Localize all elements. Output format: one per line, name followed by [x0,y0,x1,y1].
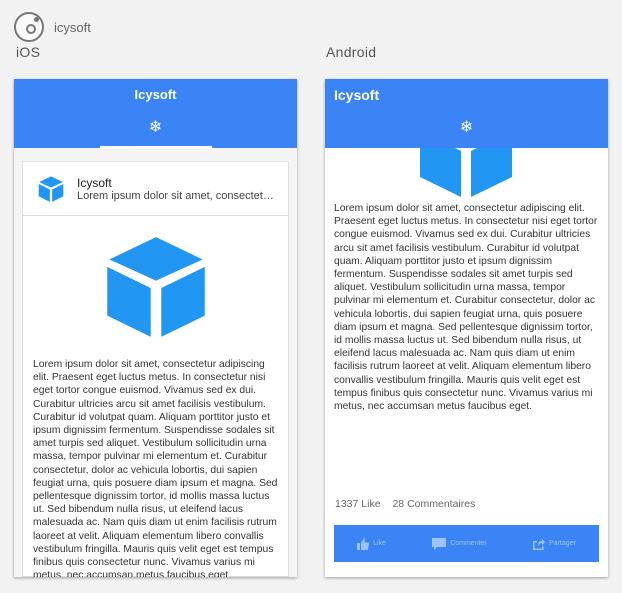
android-preview: Icysoft ❄ Lorem ipsum dolor sit amet, co… [325,79,608,577]
cube-icon [420,148,512,197]
ios-preview: Icysoft ❄ Icysoft Lorem ipsum dolor sit … [14,79,297,577]
android-app-bar: Icysoft ❄ [325,79,608,148]
android-cube-image [416,148,516,205]
android-stats: 1337 Like 28 Commentaires [335,498,484,510]
ios-app-title: Icysoft [134,87,177,102]
comment-button[interactable]: Commenter [432,537,487,550]
ios-card-header: Icysoft Lorem ipsum dolor sit amet, cons… [23,162,288,216]
comment-icon [432,537,447,550]
ios-label: iOS [16,44,41,60]
like-count: 1337 Like [335,498,381,510]
cube-icon [38,175,64,202]
ios-card-body: Lorem ipsum dolor sit amet, consectetur … [33,359,278,577]
cube-icon [106,237,205,337]
icysoft-logo-icon [14,12,44,42]
share-icon [533,538,545,550]
comment-count: 28 Commentaires [392,498,476,510]
brand-name: icysoft [54,19,91,35]
comment-label: Commenter [450,540,487,547]
like-label: Like [373,540,386,547]
share-label: Partager [549,540,576,547]
snowflake-icon[interactable]: ❄ [14,117,297,137]
android-app-title: Icysoft [334,87,380,103]
share-button[interactable]: Partager [533,538,576,550]
ios-cube-image [23,234,288,340]
header-brand: icysoft [14,12,91,42]
ios-card[interactable]: Icysoft Lorem ipsum dolor sit amet, cons… [22,161,289,577]
thumb-up-icon [357,537,370,550]
android-card-body: Lorem ipsum dolor sit amet, consectetur … [334,203,598,413]
snowflake-icon[interactable]: ❄ [325,117,608,137]
android-content[interactable]: Lorem ipsum dolor sit amet, consectetur … [325,148,608,577]
ios-app-bar: Icysoft ❄ [14,79,297,148]
ios-content[interactable]: Icysoft Lorem ipsum dolor sit amet, cons… [14,148,297,577]
android-label: Android [326,44,377,60]
ios-card-subtitle: Lorem ipsum dolor sit amet, consectetur … [77,189,279,202]
like-button[interactable]: Like [357,537,386,550]
android-action-bar: Like Commenter Partager [334,525,599,562]
ios-card-title: Icysoft [77,175,112,190]
